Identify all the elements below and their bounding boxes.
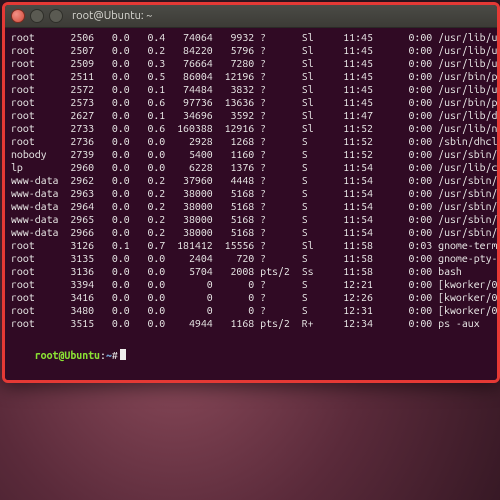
terminal-window: root@Ubuntu: ~ root 2506 0.0 0.4 74064 9… [2,2,500,383]
window-maximize-button[interactable] [49,9,63,23]
prompt-hash: # [112,350,118,362]
window-title: root@Ubuntu: ~ [72,10,152,22]
cursor [120,349,126,360]
terminal-output[interactable]: root 2506 0.0 0.4 74064 9932 ? Sl 11:45 … [5,28,497,335]
prompt-user-host: root@Ubuntu [35,350,100,362]
terminal-prompt[interactable]: root@Ubuntu:~# [5,335,497,380]
window-close-button[interactable] [11,9,25,23]
titlebar[interactable]: root@Ubuntu: ~ [5,5,497,28]
window-minimize-button[interactable] [30,9,44,23]
